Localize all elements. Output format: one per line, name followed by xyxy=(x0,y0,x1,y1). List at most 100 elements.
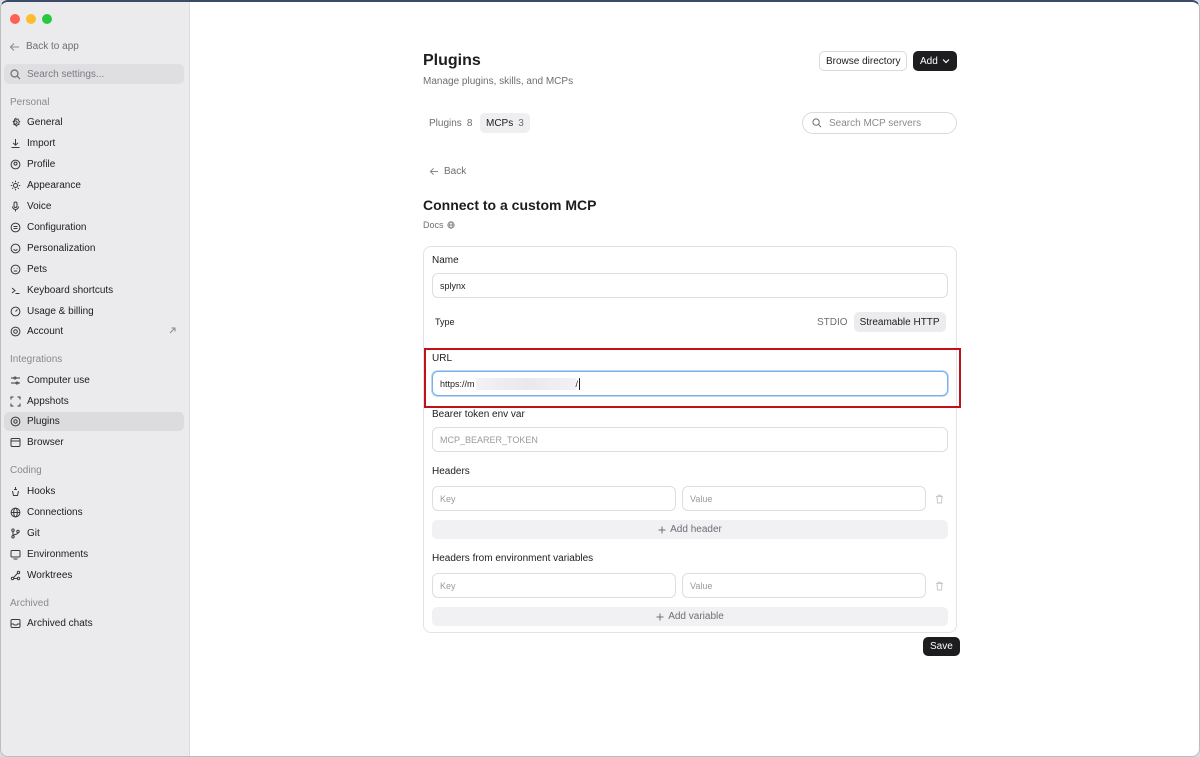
browser-icon xyxy=(10,438,21,447)
save-button[interactable]: Save xyxy=(923,637,960,656)
header-key-placeholder: Key xyxy=(440,493,456,504)
chevron-down-icon xyxy=(942,59,950,64)
back-to-app-link[interactable]: Back to app xyxy=(9,41,79,52)
browse-directory-label: Browse directory xyxy=(826,55,901,67)
browse-directory-button[interactable]: Browse directory xyxy=(819,51,908,71)
text-caret xyxy=(579,377,581,390)
docs-link[interactable]: Docs xyxy=(423,220,455,230)
close-window-button[interactable] xyxy=(10,14,20,24)
mcp-search-placeholder: Search MCP servers xyxy=(829,117,922,129)
header-key-input[interactable]: Key xyxy=(432,486,676,511)
name-value: splynx xyxy=(440,280,466,291)
trash-icon[interactable] xyxy=(935,581,944,591)
back-label: Back xyxy=(444,166,467,177)
sidebar-item-label: Import xyxy=(27,138,56,149)
globe-icon xyxy=(10,507,21,518)
frame-icon xyxy=(10,396,21,407)
add-variable-button[interactable]: Add variable xyxy=(432,607,948,626)
sidebar-item-computer-use[interactable]: Computer use xyxy=(4,371,184,390)
sliders-icon xyxy=(10,222,21,233)
search-icon xyxy=(10,68,21,79)
sidebar-item-import[interactable]: Import xyxy=(4,134,184,153)
sidebar-item-git[interactable]: Git xyxy=(4,524,184,543)
tab-plugins[interactable]: Plugins 8 xyxy=(423,113,478,133)
env-key-input[interactable]: Key xyxy=(432,573,676,598)
bearer-token-placeholder: MCP_BEARER_TOKEN xyxy=(440,434,538,445)
sidebar-item-usage-billing[interactable]: Usage & billing xyxy=(4,302,184,321)
sidebar-item-appshots[interactable]: Appshots xyxy=(4,392,184,411)
sidebar-item-personalization[interactable]: Personalization xyxy=(4,239,184,258)
sidebar-item-label: Configuration xyxy=(27,222,87,233)
bearer-token-input[interactable]: MCP_BEARER_TOKEN xyxy=(432,427,948,452)
url-label: URL xyxy=(432,353,453,364)
sidebar-item-label: Usage & billing xyxy=(27,306,94,317)
back-link[interactable]: Back xyxy=(429,166,466,177)
download-icon xyxy=(11,139,20,148)
sidebar-item-hooks[interactable]: Hooks xyxy=(4,482,184,501)
redacted-text xyxy=(475,377,576,390)
zoom-window-button[interactable] xyxy=(42,14,52,24)
sidebar-item-account[interactable]: Account xyxy=(4,322,184,341)
cursor-icon xyxy=(11,376,20,385)
header-value-input[interactable]: Value xyxy=(682,486,926,511)
sidebar-item-label: Personalization xyxy=(27,243,96,254)
section-coding: Coding xyxy=(10,465,42,476)
sidebar-item-label: Archived chats xyxy=(27,618,93,629)
url-value-suffix: / xyxy=(575,378,579,389)
gauge-icon xyxy=(10,306,21,317)
name-input[interactable]: splynx xyxy=(432,273,948,298)
arrow-left-icon xyxy=(429,167,439,176)
add-variable-label: Add variable xyxy=(668,611,724,622)
add-header-button[interactable]: Add header xyxy=(432,520,948,539)
sidebar-item-environments[interactable]: Environments xyxy=(4,545,184,564)
sidebar-item-worktrees[interactable]: Worktrees xyxy=(4,566,184,585)
sidebar-item-plugins[interactable]: Plugins xyxy=(4,412,184,431)
sidebar-item-browser[interactable]: Browser xyxy=(4,433,184,452)
gear-icon xyxy=(12,117,21,127)
sidebar-item-connections[interactable]: Connections xyxy=(4,503,184,522)
settings-window: Back to app Search settings... Personal … xyxy=(0,0,1200,757)
url-input[interactable]: https://m / xyxy=(432,371,948,396)
bearer-token-label: Bearer token env var xyxy=(432,409,525,420)
settings-search-input[interactable]: Search settings... xyxy=(4,64,184,84)
sun-icon xyxy=(10,180,21,191)
git-branch-icon xyxy=(11,528,20,539)
mcp-search-input[interactable]: Search MCP servers xyxy=(802,112,957,134)
sidebar-item-label: Hooks xyxy=(27,486,56,497)
type-label: Type xyxy=(435,317,455,327)
minimize-window-button[interactable] xyxy=(26,14,36,24)
plug-icon xyxy=(10,416,21,427)
trash-icon[interactable] xyxy=(935,494,944,504)
add-label: Add xyxy=(920,55,938,67)
headers-label: Headers xyxy=(432,466,470,477)
tab-mcps[interactable]: MCPs 3 xyxy=(480,113,530,133)
sidebar-item-label: Git xyxy=(27,528,40,539)
sidebar-item-appearance[interactable]: Appearance xyxy=(4,176,184,195)
sidebar-item-label: General xyxy=(27,117,63,128)
type-option-streamable-http[interactable]: Streamable HTTP xyxy=(853,312,946,332)
docs-label: Docs xyxy=(423,220,444,230)
sidebar-item-label: Computer use xyxy=(27,375,90,386)
sidebar-item-label: Profile xyxy=(27,159,56,170)
save-label: Save xyxy=(930,641,953,652)
add-header-label: Add header xyxy=(670,524,722,535)
sidebar-item-pets[interactable]: Pets xyxy=(4,260,184,279)
sidebar-item-archived-chats[interactable]: Archived chats xyxy=(4,614,184,633)
tab-label: MCPs xyxy=(486,117,514,129)
hook-icon xyxy=(12,487,19,496)
profile-icon xyxy=(10,159,21,170)
sidebar: Back to app Search settings... Personal … xyxy=(1,2,190,756)
env-key-placeholder: Key xyxy=(440,580,456,591)
sidebar-item-voice[interactable]: Voice xyxy=(4,197,184,216)
sidebar-item-configuration[interactable]: Configuration xyxy=(4,218,184,237)
type-option-stdio[interactable]: STDIO xyxy=(811,312,854,332)
add-button[interactable]: Add xyxy=(913,51,957,71)
monitor-icon xyxy=(10,550,21,560)
env-value-input[interactable]: Value xyxy=(682,573,926,598)
sidebar-item-label: Appshots xyxy=(27,396,69,407)
sidebar-item-label: Account xyxy=(27,326,64,337)
sidebar-item-profile[interactable]: Profile xyxy=(4,155,184,174)
keyboard-icon xyxy=(11,287,20,294)
sidebar-item-general[interactable]: General xyxy=(4,113,184,132)
sidebar-item-keyboard-shortcuts[interactable]: Keyboard shortcuts xyxy=(4,281,184,300)
